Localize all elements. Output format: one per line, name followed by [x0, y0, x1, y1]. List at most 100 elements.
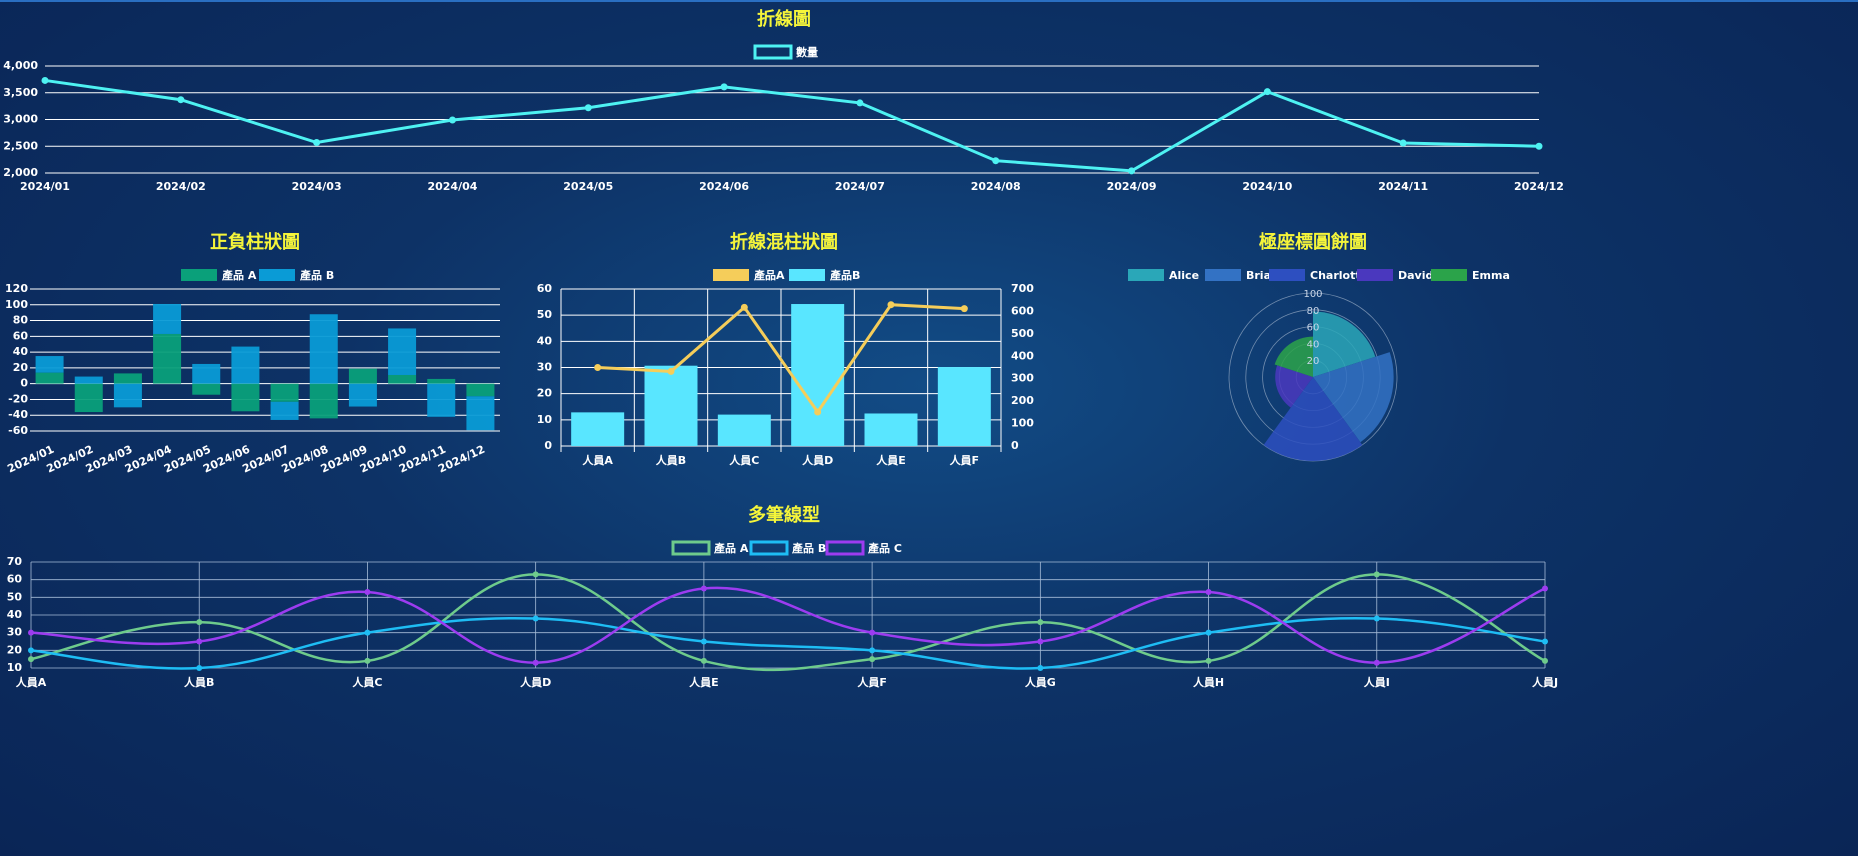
bar-product-a: [231, 383, 260, 412]
data-point: [1128, 167, 1136, 175]
legend-product-b-swatch: [259, 269, 295, 281]
x-tick-label: 2024/10: [1242, 180, 1292, 193]
y-right-tick-label: 400: [1011, 349, 1034, 362]
y-tick-label: 2,500: [3, 139, 38, 152]
legend-emma-swatch: [1431, 269, 1467, 281]
legend-david-swatch: [1357, 269, 1393, 281]
data-point: [740, 303, 748, 311]
y-tick-label: 4,000: [3, 59, 38, 72]
data-point: [887, 301, 895, 309]
data-point: [992, 157, 1000, 165]
data-point: [1535, 142, 1543, 150]
bar-product-b: [864, 413, 918, 446]
data-point: [720, 83, 728, 91]
data-point: [28, 647, 34, 654]
data-point: [532, 659, 539, 666]
data-point: [1373, 659, 1380, 666]
data-point: [313, 139, 321, 147]
y-tick-label: 40: [7, 608, 23, 621]
y-left-tick-label: 10: [537, 413, 553, 426]
x-tick-label: 人員J: [1532, 675, 1558, 689]
bar-product-a: [35, 372, 64, 384]
legend-series-2-swatch: [825, 540, 865, 556]
data-point: [869, 647, 876, 654]
bar-product-a: [270, 383, 299, 402]
legend-series-0-label: 產品 A: [713, 541, 749, 555]
polar-tick-label: 20: [1307, 356, 1320, 367]
y-right-tick-label: 600: [1011, 304, 1034, 317]
data-point: [41, 76, 49, 84]
y-left-tick-label: 60: [537, 282, 553, 295]
bar-product-a: [388, 374, 417, 384]
x-tick-label: 人員E: [876, 453, 906, 467]
x-tick-label: 2024/08: [971, 180, 1021, 193]
data-point: [1205, 657, 1212, 664]
x-tick-label: 2024/11: [1378, 180, 1428, 193]
data-point: [28, 629, 34, 636]
x-tick-label: 2024/03: [292, 180, 342, 193]
data-point: [1542, 638, 1548, 645]
bar-product-b: [309, 314, 338, 384]
legend-line-label: 數量: [796, 45, 818, 59]
legend-emma-label: Emma: [1472, 269, 1510, 282]
chart-title: 多筆線型: [748, 504, 820, 526]
y-tick-label: -20: [8, 392, 28, 405]
data-point: [960, 305, 968, 313]
legend-line-swatch: [753, 44, 793, 60]
series-line-2: [30, 586, 1546, 664]
chart-title: 折線混柱狀圖: [730, 231, 838, 253]
y-left-tick-label: 20: [537, 387, 553, 400]
data-point: [667, 367, 675, 375]
y-tick-label: 50: [7, 590, 23, 603]
data-point: [869, 629, 876, 636]
bar-product-b: [388, 328, 417, 375]
bar-product-b: [113, 383, 142, 408]
legend-product-a-swatch: [181, 269, 217, 281]
bar-product-b: [717, 414, 771, 446]
legend-david-label: David: [1398, 269, 1433, 282]
data-point: [1205, 589, 1212, 596]
data-point: [364, 657, 371, 664]
data-point: [1542, 585, 1548, 592]
y-left-tick-label: 0: [544, 439, 552, 452]
chart-title: 折線圖: [757, 8, 811, 30]
legend-product-a-label: 產品A: [753, 268, 785, 282]
x-tick-label: 人員C: [729, 453, 759, 467]
legend-alice-swatch: [1128, 269, 1164, 281]
data-point: [1373, 571, 1380, 578]
legend-product-b-label: 產品B: [829, 268, 860, 282]
legend-product-a-label: 產品 A: [221, 268, 257, 282]
y-tick-label: 70: [7, 555, 23, 568]
legend-product-b-label: 產品 B: [299, 268, 334, 282]
x-tick-label: 人員G: [1025, 675, 1056, 689]
y-tick-label: 20: [7, 643, 23, 656]
polar-tick-label: 80: [1307, 306, 1320, 317]
y-tick-label: 2,000: [3, 166, 38, 179]
data-point: [532, 615, 539, 622]
bar-product-b: [74, 376, 103, 384]
y-right-tick-label: 700: [1011, 282, 1034, 295]
x-tick-label: 人員D: [520, 675, 551, 689]
bar-product-a: [113, 373, 142, 384]
y-right-tick-label: 100: [1011, 417, 1034, 430]
series-line-1: [30, 616, 1546, 670]
data-point: [364, 629, 371, 636]
legend-product-a-swatch: [713, 269, 749, 281]
y-tick-label: 60: [7, 573, 23, 586]
data-point: [196, 638, 203, 645]
y-tick-label: 30: [7, 626, 23, 639]
y-tick-label: -40: [8, 408, 28, 421]
data-point: [532, 571, 539, 578]
bar-product-b: [791, 304, 845, 446]
y-right-tick-label: 500: [1011, 327, 1034, 340]
y-tick-label: 20: [13, 361, 29, 374]
x-tick-label: 人員B: [184, 675, 214, 689]
y-tick-label: 60: [13, 329, 29, 342]
legend-charlotte-swatch: [1269, 269, 1305, 281]
x-tick-label: 2024/01: [20, 180, 70, 193]
data-point: [177, 96, 185, 104]
data-point: [869, 656, 876, 663]
bar-product-a: [466, 383, 495, 397]
data-point: [814, 408, 822, 416]
y-tick-label: 3,500: [3, 86, 38, 99]
